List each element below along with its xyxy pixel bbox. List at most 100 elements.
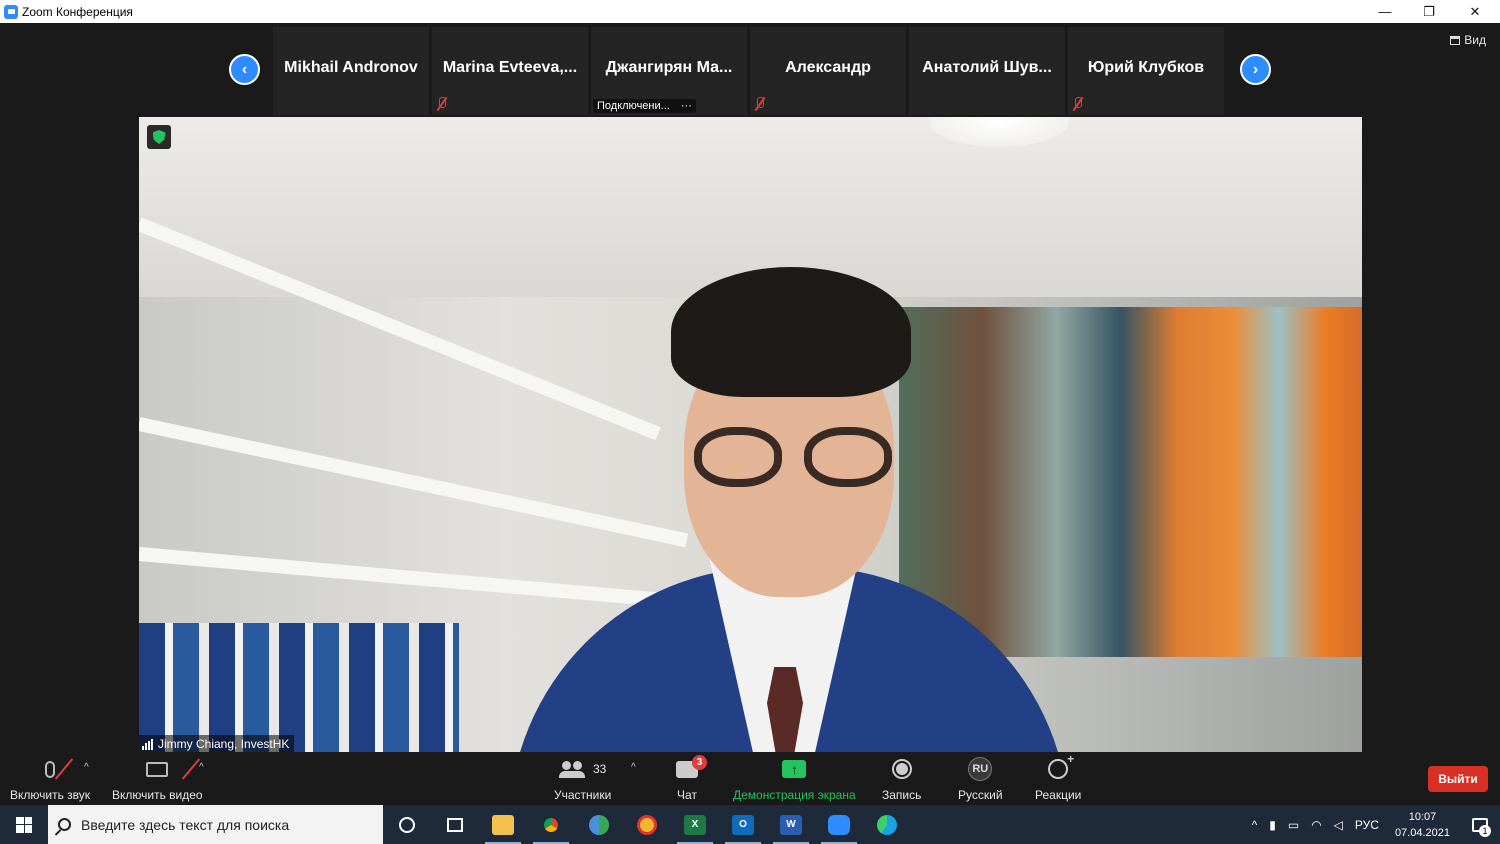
- view-button[interactable]: Вид: [1450, 33, 1486, 47]
- window-title-bar: Zoom Конференция — ❐ ✕: [0, 0, 1500, 23]
- taskbar-clock[interactable]: 10:07 07.04.2021: [1385, 809, 1460, 841]
- record-icon: [891, 759, 912, 779]
- participant-name: Юрий Клубков: [1087, 59, 1205, 76]
- outlook-icon[interactable]: O: [719, 805, 767, 844]
- language-icon: RU: [968, 757, 993, 781]
- connecting-status: Подключени... ···: [593, 99, 696, 113]
- volume-icon[interactable]: ◁: [1328, 818, 1349, 832]
- video-person: [439, 267, 1139, 753]
- record-button[interactable]: Запись: [882, 756, 921, 802]
- taskbar-search[interactable]: Введите здесь текст для поиска: [48, 805, 383, 844]
- unmute-button[interactable]: Включить звук: [10, 756, 90, 802]
- language-button[interactable]: RU Русский: [958, 756, 1003, 802]
- language-label: Русский: [958, 788, 1003, 802]
- reactions-label: Реакции: [1035, 788, 1082, 802]
- audio-options-caret[interactable]: ^: [84, 762, 89, 773]
- search-icon: [58, 818, 71, 831]
- reactions-button[interactable]: Реакции: [1035, 752, 1082, 802]
- notifications-count: 1: [1479, 825, 1491, 837]
- participants-count: 33: [592, 762, 607, 776]
- cortana-icon[interactable]: [383, 805, 431, 844]
- participant-tile[interactable]: Юрий Клубков: [1068, 27, 1224, 115]
- video-hair: [671, 267, 911, 397]
- share-screen-label: Демонстрация экрана: [733, 788, 856, 802]
- participant-name: Marina Evteeva,...: [442, 59, 578, 76]
- restore-button[interactable]: ❐: [1406, 0, 1452, 23]
- participant-name: Mikhail Andronov: [284, 59, 418, 76]
- share-screen-icon: ↑: [782, 760, 807, 778]
- strip-prev-button[interactable]: ‹: [229, 54, 260, 85]
- input-language[interactable]: РУС: [1349, 818, 1385, 832]
- browser-icon[interactable]: [623, 805, 671, 844]
- speaker-video[interactable]: Jimmy Chiang, InvestHK: [139, 117, 1362, 753]
- participant-tile[interactable]: Marina Evteeva,...: [432, 27, 588, 115]
- battery-icon[interactable]: ▭: [1282, 818, 1305, 832]
- chat-label: Чат: [677, 788, 697, 802]
- participants-options-caret[interactable]: ^: [631, 762, 636, 773]
- microphone-muted-icon: [45, 760, 56, 778]
- window-title: Zoom Конференция: [22, 4, 133, 19]
- chat-button[interactable]: 3 Чат: [676, 754, 707, 802]
- microphone-tray-icon[interactable]: ▮: [1263, 818, 1282, 832]
- encryption-shield-icon[interactable]: [147, 125, 171, 149]
- clock-time: 10:07: [1408, 810, 1437, 823]
- clock-date: 07.04.2021: [1394, 826, 1450, 839]
- wifi-icon[interactable]: ◠: [1305, 818, 1327, 832]
- search-placeholder: Введите здесь текст для поиска: [81, 816, 290, 833]
- record-label: Запись: [882, 788, 922, 802]
- system-tray: ^ ▮ ▭ ◠ ◁ РУС 10:07 07.04.2021 1: [1246, 805, 1500, 844]
- share-screen-button[interactable]: ↑ Демонстрация экрана: [733, 756, 856, 802]
- action-center-button[interactable]: 1: [1460, 805, 1500, 844]
- leave-button[interactable]: Выйти: [1428, 766, 1488, 792]
- video-options-caret[interactable]: ^: [199, 762, 204, 773]
- tray-expand-icon[interactable]: ^: [1246, 818, 1264, 832]
- zoom-icon[interactable]: [815, 805, 863, 844]
- strip-next-button[interactable]: ›: [1240, 54, 1271, 85]
- meeting-toolbar: Включить звук ^ Включить видео ^ 33 Учас…: [0, 752, 1500, 805]
- chevron-left-icon: ‹: [241, 60, 248, 78]
- participant-name: Александр: [785, 59, 871, 76]
- windows-logo-icon: [16, 816, 32, 833]
- maps-icon[interactable]: [575, 805, 623, 844]
- start-button[interactable]: [0, 805, 48, 844]
- windows-taskbar: Введите здесь текст для поиска X O W ^ ▮…: [0, 805, 1500, 844]
- close-button[interactable]: ✕: [1452, 0, 1498, 23]
- start-video-button[interactable]: Включить видео: [112, 756, 203, 802]
- start-video-label: Включить видео: [112, 788, 203, 802]
- file-explorer-icon[interactable]: [479, 805, 527, 844]
- participant-tile[interactable]: Александр: [750, 27, 906, 115]
- participants-label: Участники: [554, 788, 612, 802]
- participant-name: Джангирян Ма...: [605, 59, 733, 76]
- speaker-name-tag: Jimmy Chiang, InvestHK: [139, 735, 295, 753]
- participant-tile[interactable]: Mikhail Andronov: [273, 27, 429, 115]
- view-button-label: Вид: [1464, 33, 1486, 47]
- chat-badge: 3: [692, 754, 707, 770]
- video-books: [139, 623, 459, 753]
- signal-strength-icon: [142, 738, 153, 750]
- word-icon[interactable]: W: [767, 805, 815, 844]
- task-view-icon[interactable]: [431, 805, 479, 844]
- camera-off-icon: [146, 761, 169, 777]
- participants-button[interactable]: 33 Участники: [554, 756, 611, 802]
- minimize-button[interactable]: —: [1362, 0, 1408, 23]
- participants-strip: Mikhail Andronov Marina Evteeva,... Джан…: [273, 27, 1224, 115]
- participants-icon: [558, 761, 585, 778]
- zoom-app-icon: [4, 4, 18, 19]
- participant-tile[interactable]: Джангирян Ма... Подключени... ···: [591, 27, 747, 115]
- speaker-name: Jimmy Chiang, InvestHK: [158, 737, 290, 751]
- participant-tile[interactable]: Анатолий Шув...: [909, 27, 1065, 115]
- excel-icon[interactable]: X: [671, 805, 719, 844]
- video-glasses: [694, 427, 894, 487]
- meeting-area: Вид ‹ Mikhail Andronov Marina Evteeva,..…: [0, 23, 1500, 805]
- muted-mic-icon: [436, 97, 448, 111]
- chevron-right-icon: ›: [1252, 60, 1259, 78]
- more-options-icon[interactable]: ···: [681, 100, 692, 112]
- chrome-icon[interactable]: [527, 805, 575, 844]
- edge-icon[interactable]: [863, 805, 911, 844]
- muted-mic-icon: [754, 97, 766, 111]
- reactions-icon: [1048, 752, 1074, 779]
- participant-name: Анатолий Шув...: [922, 59, 1052, 76]
- chat-icon: 3: [676, 754, 707, 778]
- unmute-label: Включить звук: [10, 788, 91, 802]
- connecting-status-text: Подключени...: [597, 100, 670, 112]
